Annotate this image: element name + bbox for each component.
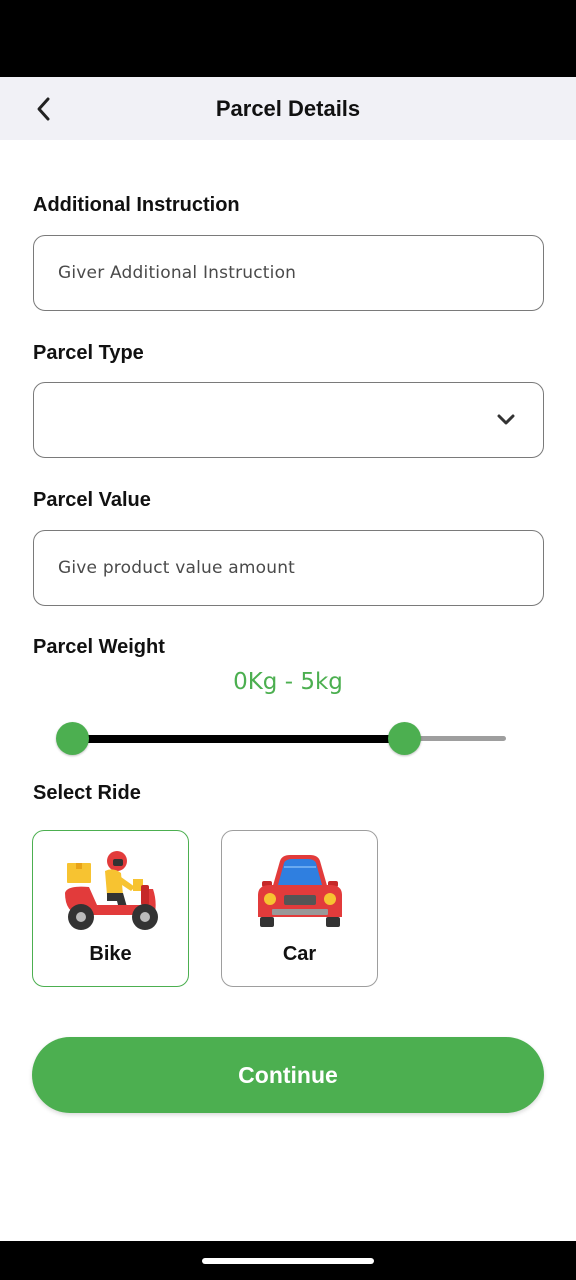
weight-range-slider[interactable]: [56, 722, 516, 756]
back-button[interactable]: [24, 90, 64, 128]
continue-button[interactable]: Continue: [32, 1037, 544, 1113]
additional-instruction-input[interactable]: [58, 236, 518, 309]
select-ride-label: Select Ride: [33, 782, 141, 804]
status-bar: [0, 0, 576, 77]
chevron-left-icon: [37, 97, 50, 121]
ride-option-car-label: Car: [282, 943, 317, 965]
car-icon: [258, 855, 342, 927]
navigation-bar: [0, 1241, 576, 1280]
slider-track-active: [73, 735, 405, 743]
parcel-value-field[interactable]: [33, 530, 544, 606]
parcel-value-label: Parcel Value: [33, 489, 151, 511]
additional-instruction-field[interactable]: [33, 235, 544, 311]
page-title: Parcel Details: [215, 96, 361, 121]
parcel-type-label: Parcel Type: [33, 342, 144, 364]
slider-thumb-max[interactable]: [388, 722, 421, 755]
app-bar: Parcel Details: [0, 77, 576, 140]
parcel-type-dropdown[interactable]: [33, 382, 544, 458]
slider-thumb-min[interactable]: [56, 722, 89, 755]
home-indicator[interactable]: [202, 1258, 374, 1264]
ride-option-car[interactable]: Car: [221, 830, 378, 987]
parcel-value-input[interactable]: [58, 531, 518, 604]
weight-range-text: 0Kg - 5kg: [233, 669, 343, 695]
ride-option-bike[interactable]: Bike: [32, 830, 189, 987]
additional-instruction-label: Additional Instruction: [33, 194, 240, 216]
ride-option-bike-label: Bike: [89, 943, 132, 965]
parcel-weight-label: Parcel Weight: [33, 636, 165, 658]
delivery-scooter-icon: [65, 851, 158, 930]
chevron-down-icon: [497, 414, 515, 425]
